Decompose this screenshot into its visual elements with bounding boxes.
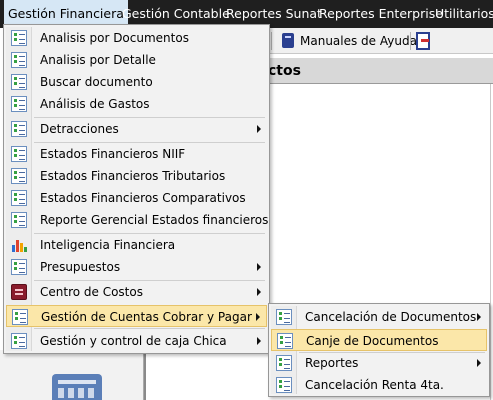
gestion-financiera-menu: Analisis por Documentos Analisis por Det…	[3, 24, 270, 354]
menu-item-label: Presupuestos	[40, 260, 121, 274]
menu-separator	[34, 328, 265, 329]
menu-item-estados-comparativos[interactable]: Estados Financieros Comparativos	[6, 187, 267, 209]
menu-item-buscar-documento[interactable]: Buscar documento	[6, 71, 267, 93]
menu-item-analisis-detalle[interactable]: Analisis por Detalle	[6, 49, 267, 71]
panel-title: ctos	[268, 63, 301, 79]
form-icon	[276, 377, 292, 393]
toolbar: Manuales de Ayuda	[268, 28, 493, 54]
toolbar-separator	[410, 32, 411, 50]
form-icon	[276, 355, 292, 371]
submenu-arrow-icon	[477, 313, 481, 321]
costs-icon	[11, 284, 27, 300]
menu-item-estados-tributarios[interactable]: Estados Financieros Tributarios	[6, 165, 267, 187]
submenu-arrow-icon	[477, 359, 481, 367]
form-icon	[276, 309, 292, 325]
menu-utilitarios[interactable]: Utilitarios	[431, 0, 493, 28]
submenu-item-reportes[interactable]: Reportes	[271, 352, 487, 374]
panel-header: ctos	[268, 58, 493, 84]
menu-item-presupuestos[interactable]: Presupuestos	[6, 256, 267, 278]
menu-item-detracciones[interactable]: Detracciones	[6, 118, 267, 140]
manuales-ayuda-button[interactable]: Manuales de Ayuda	[300, 28, 417, 54]
form-icon	[11, 74, 27, 90]
form-icon	[11, 333, 27, 349]
panel-border	[490, 84, 491, 400]
menu-item-label: Analisis por Detalle	[40, 53, 156, 67]
menu-item-label: Inteligencia Financiera	[40, 238, 176, 252]
menu-item-label: Buscar documento	[40, 75, 153, 89]
menu-item-label: Cancelación de Documentos	[305, 310, 477, 324]
menu-item-label: Gestión de Cuentas Cobrar y Pagar	[41, 310, 252, 324]
submenu-arrow-icon	[256, 313, 260, 321]
submenu-arrow-icon	[257, 263, 261, 271]
bar-chart-icon	[11, 237, 27, 253]
toolbar-separator	[271, 32, 272, 50]
menu-item-analisis-gastos[interactable]: Análisis de Gastos	[6, 93, 267, 115]
form-icon	[277, 333, 293, 349]
menu-item-reporte-gerencial[interactable]: Reporte Gerencial Estados financieros	[6, 209, 269, 231]
menu-item-inteligencia-financiera[interactable]: Inteligencia Financiera	[6, 234, 267, 256]
menu-item-label: Reportes	[305, 356, 359, 370]
menu-item-label: Reporte Gerencial Estados financieros	[40, 213, 269, 227]
menu-item-label: Cancelación Renta 4ta.	[305, 378, 444, 392]
menu-item-caja-chica[interactable]: Gestión y control de caja Chica	[6, 330, 267, 352]
module-tile-icon[interactable]	[52, 374, 102, 400]
submenu-arrow-icon	[257, 125, 261, 133]
submenu-item-cancelacion-renta[interactable]: Cancelación Renta 4ta.	[271, 374, 487, 396]
form-icon	[11, 52, 27, 68]
submenu-item-cancelacion-documentos[interactable]: Cancelación de Documentos	[271, 306, 487, 328]
menu-item-label: Análisis de Gastos	[40, 97, 150, 111]
submenu-arrow-icon	[257, 337, 261, 345]
menu-reportes-enterprise[interactable]: Reportes Enterprise	[315, 0, 447, 28]
form-icon	[11, 168, 27, 184]
menu-item-label: Detracciones	[40, 122, 119, 136]
submenu-item-canje-documentos[interactable]: Canje de Documentos	[271, 329, 487, 351]
form-icon	[11, 190, 27, 206]
menu-item-estados-niif[interactable]: Estados Financieros NIIF	[6, 143, 267, 165]
form-icon	[11, 146, 27, 162]
cuentas-cobrar-pagar-submenu: Cancelación de Documentos Canje de Docum…	[268, 303, 490, 397]
menu-item-label: Estados Financieros Comparativos	[40, 191, 246, 205]
menu-item-label: Estados Financieros NIIF	[40, 147, 186, 161]
menu-item-cuentas-cobrar-pagar[interactable]: Gestión de Cuentas Cobrar y Pagar	[6, 305, 267, 327]
menu-item-label: Gestión y control de caja Chica	[40, 334, 227, 348]
menu-item-analisis-documentos[interactable]: Analisis por Documentos	[6, 27, 267, 49]
form-icon	[11, 30, 27, 46]
menu-item-label: Centro de Costos	[40, 285, 143, 299]
menu-item-label: Estados Financieros Tributarios	[40, 169, 226, 183]
book-icon[interactable]	[282, 33, 294, 48]
menu-item-centro-costos[interactable]: Centro de Costos	[6, 281, 267, 303]
menu-item-label: Analisis por Documentos	[40, 31, 189, 45]
form-icon	[11, 96, 27, 112]
menu-item-label: Canje de Documentos	[306, 334, 439, 348]
submenu-arrow-icon	[257, 288, 261, 296]
form-icon	[11, 212, 27, 228]
form-icon	[12, 309, 28, 325]
exit-icon[interactable]	[416, 32, 430, 50]
form-icon	[11, 121, 27, 137]
form-icon	[11, 259, 27, 275]
